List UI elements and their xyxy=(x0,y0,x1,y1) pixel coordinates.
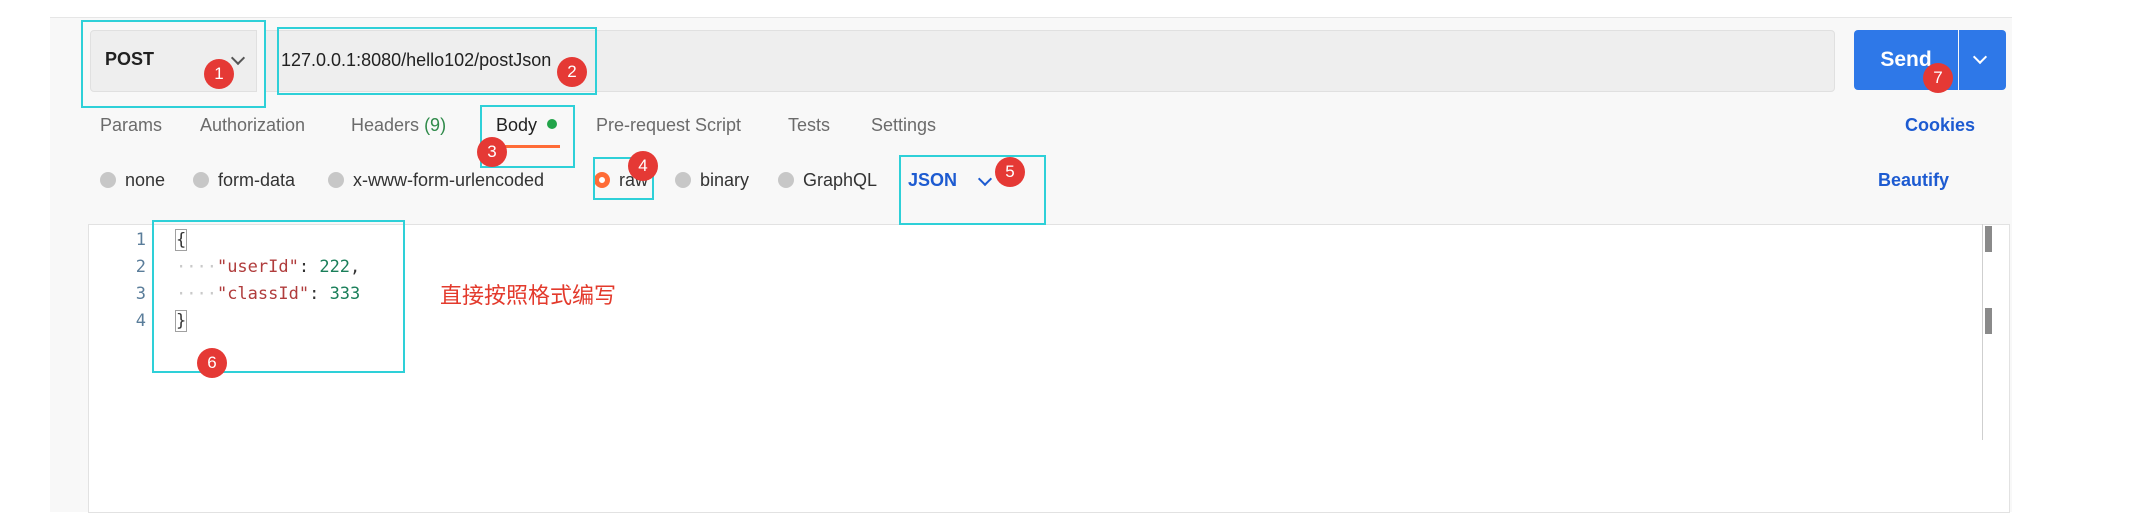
beautify-link[interactable]: Beautify xyxy=(1878,170,1949,191)
annotation-box-editor xyxy=(152,220,405,373)
scrollbar-marker xyxy=(1985,308,1992,334)
radio-graphql[interactable]: GraphQL xyxy=(778,170,877,192)
radio-label: GraphQL xyxy=(803,170,878,190)
line-number: 4 xyxy=(135,311,146,331)
tab-tests[interactable]: Tests xyxy=(788,115,830,136)
tab-pre-request-script[interactable]: Pre-request Script xyxy=(596,115,741,136)
annotation-badge-6: 6 xyxy=(197,348,227,378)
send-options-button[interactable] xyxy=(1959,30,2006,90)
radio-none[interactable]: none xyxy=(100,170,165,192)
annotation-badge-3: 3 xyxy=(477,137,507,167)
scrollbar-thumb[interactable] xyxy=(1985,226,1992,252)
radio-x-www-form-urlencoded[interactable]: x-www-form-urlencoded xyxy=(328,170,544,192)
radio-circle-icon xyxy=(778,172,794,188)
line-number: 1 xyxy=(135,230,146,250)
radio-circle-icon xyxy=(328,172,344,188)
tab-authorization[interactable]: Authorization xyxy=(200,115,305,136)
line-number: 3 xyxy=(135,284,146,304)
radio-label: form-data xyxy=(218,170,296,190)
radio-form-data[interactable]: form-data xyxy=(193,170,295,192)
cookies-link[interactable]: Cookies xyxy=(1905,115,1975,136)
radio-label: binary xyxy=(700,170,750,190)
annotation-box-url xyxy=(277,27,597,95)
annotation-badge-7: 7 xyxy=(1923,63,1953,93)
radio-circle-icon xyxy=(193,172,209,188)
annotation-badge-1: 1 xyxy=(204,59,234,89)
line-number: 2 xyxy=(135,257,146,277)
tab-settings[interactable]: Settings xyxy=(871,115,936,136)
annotation-note: 直接按照格式编写 xyxy=(440,284,617,309)
tab-params[interactable]: Params xyxy=(100,115,162,136)
annotation-badge-4: 4 xyxy=(628,151,658,181)
annotation-badge-2: 2 xyxy=(557,57,587,87)
tab-headers[interactable]: Headers (9) xyxy=(351,115,446,136)
radio-label: none xyxy=(125,170,166,190)
radio-label: x-www-form-urlencoded xyxy=(353,170,545,190)
radio-circle-icon xyxy=(100,172,116,188)
headers-count: (9) xyxy=(424,115,447,135)
chevron-down-icon xyxy=(1972,49,1988,65)
tab-headers-label: Headers xyxy=(351,115,420,135)
radio-circle-icon xyxy=(675,172,691,188)
annotation-badge-5: 5 xyxy=(995,157,1025,187)
annotation-box-method xyxy=(81,20,266,108)
radio-binary[interactable]: binary xyxy=(675,170,749,192)
editor-scrollbar-track xyxy=(1982,224,1983,440)
